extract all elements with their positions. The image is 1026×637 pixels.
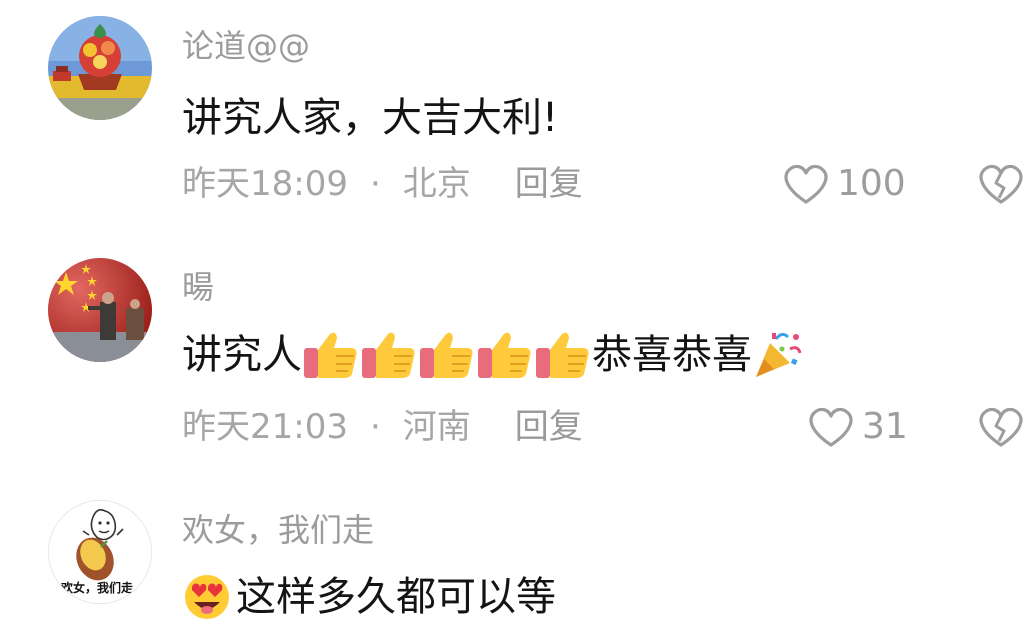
thumbs-up-icon — [420, 332, 473, 378]
heart-icon — [809, 407, 853, 447]
thumbs-up-icon — [362, 332, 415, 378]
party-popper-icon — [756, 332, 802, 377]
comment-text: 讲究人家，大吉大利! — [182, 95, 559, 141]
heart-icon — [784, 164, 828, 204]
username[interactable]: 暘 — [182, 267, 214, 307]
separator: · — [369, 407, 381, 447]
like-count: 31 — [862, 406, 908, 447]
thumbs-up-emojis — [302, 328, 592, 382]
comment-text: 讲究人 恭喜恭喜 — [182, 328, 804, 382]
avatar[interactable]: 欢女，我们走 — [48, 500, 152, 604]
location: 北京 — [402, 164, 471, 204]
separator: · — [369, 164, 381, 204]
comment-text-prefix: 讲究人 — [182, 332, 302, 378]
location: 河南 — [402, 407, 471, 447]
flag-icon — [48, 258, 152, 362]
comment-meta: 昨天21:03 · 河南 回复 — [182, 405, 583, 449]
comment-text-body: 这样多久都可以等 — [236, 574, 556, 620]
heart-eyes-emoji-icon — [185, 575, 229, 619]
avatar-caption: 欢女，我们走 — [61, 581, 134, 595]
thumbs-up-icon — [304, 332, 357, 378]
comment-meta: 昨天18:09 · 北京 回复 — [182, 162, 583, 206]
comment-text-suffix: 恭喜恭喜 — [592, 332, 752, 378]
comment-text: 这样多久都可以等 — [182, 572, 556, 622]
timestamp: 昨天21:03 — [182, 407, 348, 447]
like-count: 100 — [837, 163, 906, 204]
username[interactable]: 论道@@ — [182, 26, 310, 66]
thumbs-up-icon — [478, 332, 531, 378]
like-button[interactable]: 31 — [806, 405, 908, 449]
dislike-button[interactable] — [976, 162, 1026, 210]
broken-heart-icon — [979, 164, 1023, 204]
reply-button[interactable]: 回复 — [515, 405, 583, 449]
avatar[interactable] — [48, 258, 152, 362]
dislike-button[interactable] — [976, 405, 1026, 453]
broken-heart-icon — [979, 407, 1023, 447]
like-button[interactable]: 100 — [781, 162, 906, 206]
thumbs-up-icon — [536, 332, 589, 378]
reply-button[interactable]: 回复 — [515, 162, 583, 206]
timestamp: 昨天18:09 — [182, 164, 348, 204]
avatar[interactable] — [48, 16, 152, 120]
flower-basket-icon — [48, 16, 152, 120]
username[interactable]: 欢女，我们走 — [182, 510, 374, 550]
